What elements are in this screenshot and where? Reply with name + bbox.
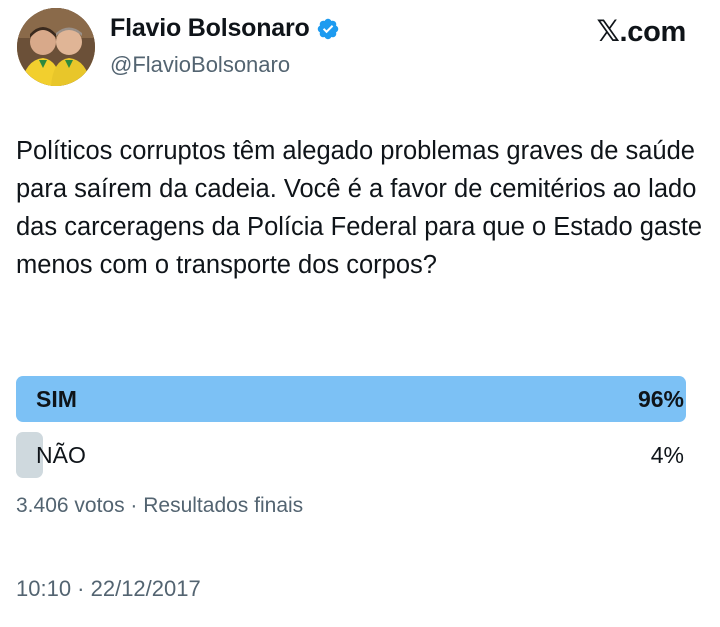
tweet-text: Políticos corruptos têm alegado problema… xyxy=(16,137,703,279)
author-handle[interactable]: @FlavioBolsonaro xyxy=(110,52,290,78)
poll-bar-sim xyxy=(16,376,686,422)
poll-option-percent: 4% xyxy=(650,442,684,468)
poll-option-label: NÃO xyxy=(36,442,86,468)
tweet-timestamp[interactable]: 10:10 · 22/12/2017 xyxy=(16,576,201,602)
verified-badge-icon xyxy=(316,17,340,41)
poll-option-label: SIM xyxy=(36,386,77,412)
poll-option-percent: 96% xyxy=(637,386,684,412)
x-logo: 𝕏.com xyxy=(596,16,686,48)
author-display-name[interactable]: Flavio Bolsonaro xyxy=(110,14,310,43)
poll-option-nao: NÃO 4% xyxy=(16,432,686,478)
author-name-row: Flavio Bolsonaro xyxy=(110,14,340,43)
avatar-photo xyxy=(17,8,95,86)
poll-results-meta: 3.406 votos · Resultados finais xyxy=(16,494,304,517)
avatar[interactable] xyxy=(17,8,95,86)
poll-option-sim: SIM 96% xyxy=(16,376,686,422)
